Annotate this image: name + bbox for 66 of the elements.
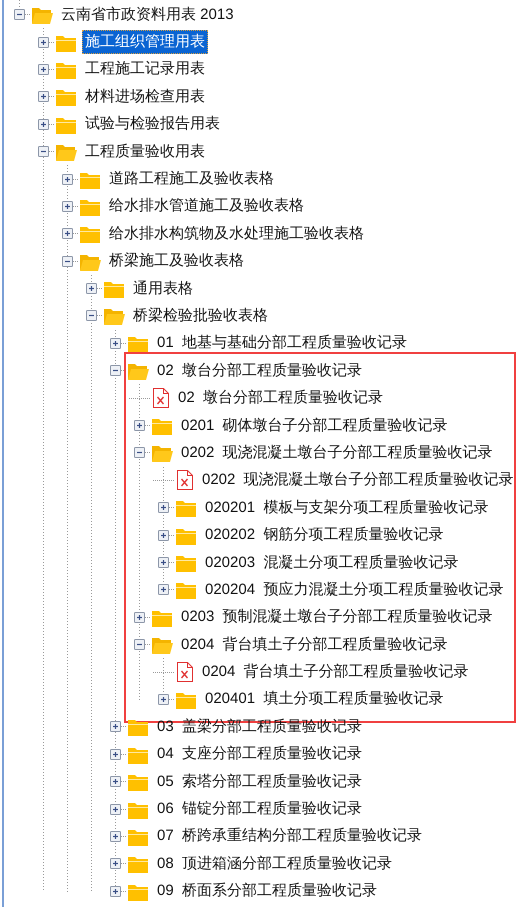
tree-item[interactable]: 020204 预应力混凝土分项工程质量验收记录 [202, 578, 506, 602]
collapse-icon[interactable] [110, 365, 121, 376]
tree-item[interactable]: 020203 混凝土分项工程质量验收记录 [202, 550, 462, 574]
tree-item[interactable]: 06 锚锭分部工程质量验收记录 [154, 797, 366, 822]
tree-item[interactable]: 给水排水管道施工及验收表格 [106, 194, 307, 218]
tree-item[interactable]: 工程质量验收用表 [82, 140, 208, 164]
expand-icon[interactable] [62, 174, 73, 185]
expand-icon[interactable] [110, 338, 121, 349]
tree-item[interactable]: 道路工程施工及验收表格 [106, 167, 277, 192]
tree-item[interactable]: 试验与检验报告用表 [82, 112, 223, 136]
tree-item[interactable]: 0204 背台填土子分部工程质量验收记录 [199, 660, 472, 684]
expand-icon[interactable] [38, 91, 49, 102]
expand-icon[interactable] [158, 530, 169, 541]
tree-item[interactable]: 工程施工记录用表 [82, 57, 208, 82]
expand-icon[interactable] [110, 858, 121, 870]
tree-item[interactable]: 云南省市政资料用表 2013 [58, 2, 237, 27]
document-icon [152, 387, 170, 410]
expand-icon[interactable] [134, 420, 145, 432]
tree-item[interactable]: 04 支座分部工程质量验收记录 [154, 742, 366, 766]
tree-item[interactable]: 020401 填土分项工程质量验收记录 [202, 687, 446, 712]
collapse-icon[interactable] [14, 9, 25, 20]
expand-icon[interactable] [158, 584, 169, 596]
expand-icon[interactable] [110, 830, 121, 842]
tree-item[interactable]: 桥梁检验批验收表格 [130, 304, 271, 328]
expand-icon[interactable] [62, 200, 73, 212]
expand-icon[interactable] [62, 228, 73, 240]
tree-item[interactable]: 桥梁施工及验收表格 [106, 249, 247, 274]
tree-item[interactable]: 07 桥跨承重结构分部工程质量验收记录 [154, 824, 426, 848]
expand-icon[interactable] [110, 886, 121, 897]
collapse-icon[interactable] [86, 310, 97, 322]
tree-item[interactable]: 施工组织管理用表 [82, 30, 208, 54]
expand-icon[interactable] [38, 64, 49, 75]
collapse-icon[interactable] [38, 146, 49, 158]
tree-item[interactable]: 08 顶进箱涵分部工程质量验收记录 [154, 852, 396, 876]
expand-icon[interactable] [110, 776, 121, 788]
tree-item[interactable]: 02 墩台分部工程质量验收记录 [154, 358, 366, 383]
expand-icon[interactable] [38, 118, 49, 130]
tree-item[interactable]: 0204 背台填土子分部工程质量验收记录 [178, 632, 451, 657]
expand-icon[interactable] [38, 36, 49, 48]
tree-item[interactable]: 020202 钢筋分项工程质量验收记录 [202, 523, 446, 548]
tree-item[interactable]: 0203 预制混凝土墩台子分部工程质量验收记录 [178, 605, 496, 630]
document-icon [176, 469, 194, 492]
tree-item[interactable]: 材料进场检查用表 [82, 84, 208, 109]
tree-item[interactable]: 01 地基与基础分部工程质量验收记录 [154, 331, 410, 356]
tree-item[interactable]: 给水排水构筑物及水处理施工验收表格 [106, 222, 367, 246]
expand-icon[interactable] [158, 557, 169, 568]
expand-icon[interactable] [86, 283, 97, 294]
expand-icon[interactable] [110, 804, 121, 815]
tree-item[interactable]: 09 桥面系分部工程质量验收记录 [154, 879, 380, 904]
collapse-icon[interactable] [134, 447, 145, 458]
expand-icon[interactable] [158, 502, 169, 514]
tree-item[interactable]: 0201 砌体墩台子分部工程质量验收记录 [178, 414, 451, 438]
expand-icon[interactable] [110, 748, 121, 760]
tree-item[interactable]: 通用表格 [130, 276, 196, 301]
tree-item[interactable]: 020201 模板与支架分项工程质量验收记录 [202, 496, 492, 520]
tree-item[interactable]: 03 盖梁分部工程质量验收记录 [154, 714, 366, 739]
tree-item[interactable]: 02 墩台分部工程质量验收记录 [175, 386, 386, 410]
expand-icon[interactable] [110, 721, 121, 732]
tree-item[interactable]: 0202 现浇混凝土墩台子分部工程质量验收记录 [178, 440, 496, 465]
collapse-icon[interactable] [134, 639, 145, 650]
expand-icon[interactable] [158, 694, 169, 705]
document-icon [176, 661, 194, 684]
tree-item[interactable]: 05 索塔分部工程质量验收记录 [154, 770, 366, 794]
collapse-icon[interactable] [62, 256, 73, 267]
expand-icon[interactable] [134, 612, 145, 623]
tree-item[interactable]: 0202 现浇混凝土墩台子分部工程质量验收记录 [199, 468, 517, 492]
